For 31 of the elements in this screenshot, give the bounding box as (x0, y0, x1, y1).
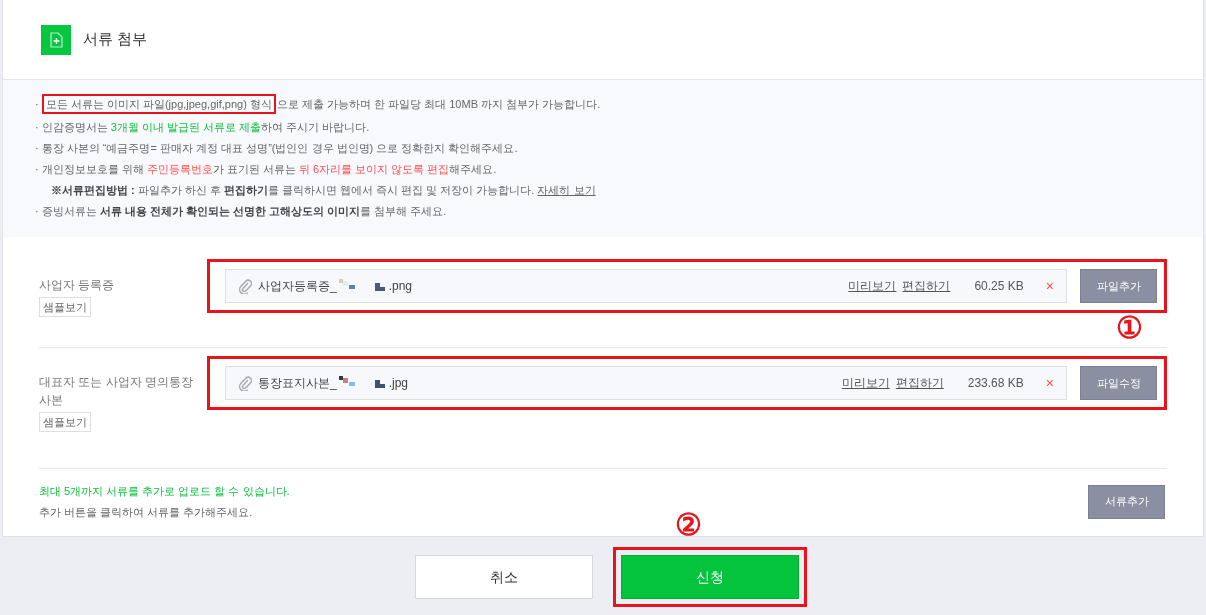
notice-text: · 증빙서류는 서류 내용 전체가 확인되는 선명한 고해상도의 이미지를 첨부해 주세요. (35, 204, 447, 219)
file-name: 사업자등록증_ (258, 278, 337, 295)
sample-button[interactable]: 샘플보기 (39, 297, 91, 317)
file-extension: .jpg (388, 375, 409, 392)
step-number: ① (1116, 313, 1143, 343)
file-name: 통장표지사본_ (258, 375, 337, 392)
upload-hint: 추가 버튼을 클릭하여 서류를 추가해주세요. (39, 504, 254, 520)
sample-button[interactable]: 샘플보기 (39, 412, 91, 432)
edit-link[interactable]: 편집하기 (902, 277, 951, 295)
notice-text: ※서류편집방법 : 파일추가 하신 후 편집하기를 클릭하시면 웹에서 즉시 편집 및 저장이 가능합니다. (51, 183, 536, 198)
paperclip-icon (238, 375, 252, 391)
document-plus-icon (41, 24, 71, 55)
document-label: 대표자 또는 사업자 명의통장 사본 (39, 374, 194, 409)
notice-text: · 개인정보보호를 위해 주민등록번호가 표기된 서류는 뒤 6자리를 보이지 않도록 편집해주세요. (35, 162, 497, 177)
file-extension: .png (388, 278, 413, 295)
paperclip-icon (238, 278, 252, 294)
upload-limit-note: 최대 5개까지 서류를 추가로 업로드 할 수 있습니다. (39, 484, 290, 499)
highlight-frame: 모든 서류는 이미지 파일(jpg,jpeg,gif,png) 형식 (41, 94, 276, 114)
notice-text: · 모든 서류는 이미지 파일(jpg,jpeg,gif,png) 형식 으로 제출 가능하며 한 파일당 최대 10MB 까지 첨부가 가능합니다. (35, 94, 601, 114)
cancel-button[interactable]: 취소 (415, 555, 593, 599)
file-size: 233.68 KB (967, 375, 1024, 392)
notice-text: · 통장 사본의 “예금주명= 판매자 계정 대표 성명”(법인인 경우 법인명) 으로 정확한지 확인해주세요. (35, 141, 518, 156)
edit-link[interactable]: 편집하기 (895, 374, 944, 392)
step-number: ② (675, 510, 702, 540)
document-label: 사업자 등록증 (39, 277, 115, 294)
preview-link[interactable]: 미리보기 (848, 277, 897, 295)
details-link[interactable]: 자세히 보기 (537, 182, 596, 198)
notice-text: · 인감증명서는 3개월 이내 발급된 서류로 제출하여 주시기 바랍니다. (35, 120, 370, 135)
section-title: 서류 첨부 (83, 29, 148, 50)
file-size: 60.25 KB (974, 278, 1024, 295)
preview-link[interactable]: 미리보기 (841, 374, 890, 392)
